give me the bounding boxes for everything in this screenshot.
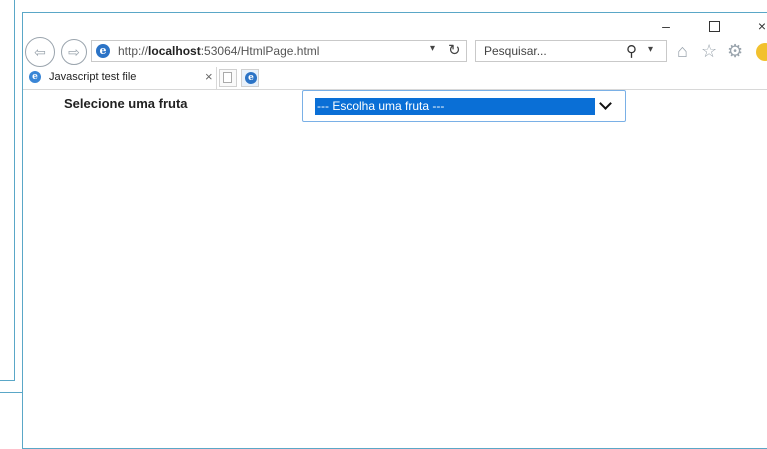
new-tab-button[interactable] (219, 69, 237, 87)
address-bar[interactable]: e http://localhost:53064/HtmlPage.html ▾… (91, 40, 467, 62)
fruit-label: Selecione uma fruta (64, 96, 188, 111)
back-button[interactable]: ⇦ (25, 37, 55, 67)
new-tab-icon (223, 72, 232, 83)
ie-tab-button[interactable]: e (241, 69, 259, 87)
feedback-smiley-icon[interactable] (756, 43, 767, 61)
refresh-icon[interactable]: ↻ (448, 41, 461, 59)
ie-logo-icon: e (245, 72, 257, 84)
url-prefix: http:// (118, 44, 149, 58)
favorites-star-icon[interactable]: ☆ (701, 41, 717, 61)
fruit-select-value: --- Escolha uma fruta --- (315, 98, 595, 115)
address-url[interactable]: http://localhost:53064/HtmlPage.html (118, 44, 319, 58)
url-path: :53064/HtmlPage.html (200, 44, 320, 58)
background-window (0, 0, 15, 381)
navigation-bar: ⇦ ⇨ e http://localhost:53064/HtmlPage.ht… (23, 35, 767, 67)
maximize-button[interactable] (699, 17, 729, 35)
chevron-down-icon (599, 97, 612, 110)
address-dropdown-icon[interactable]: ▾ (430, 43, 435, 54)
search-dropdown-icon[interactable]: ▾ (648, 44, 653, 55)
search-box[interactable]: Pesquisar... ⚲ ▾ (475, 40, 667, 62)
gear-icon[interactable]: ⚙ (727, 41, 743, 61)
tab-title: Javascript test file (49, 71, 137, 83)
minimize-button[interactable]: – (651, 17, 681, 35)
url-host: localhost (148, 44, 201, 58)
maximize-icon (708, 21, 720, 32)
tab-javascript-test-file[interactable]: e Javascript test file × (23, 67, 217, 89)
fruit-select[interactable]: --- Escolha uma fruta --- (302, 90, 626, 122)
search-input[interactable]: Pesquisar... (484, 44, 547, 58)
tab-close-icon[interactable]: × (205, 69, 213, 84)
background-window-edge (0, 392, 22, 393)
ie-logo-icon: e (96, 44, 110, 58)
tab-ie-icon: e (29, 71, 41, 83)
forward-button[interactable]: ⇨ (61, 39, 87, 65)
home-icon[interactable]: ⌂ (677, 41, 688, 61)
tab-bar: e Javascript test file × e (23, 67, 767, 90)
page-content: Selecione uma fruta --- Escolha uma frut… (23, 90, 767, 448)
close-button[interactable]: × (747, 17, 767, 35)
browser-window: – × ⇦ ⇨ e http://localhost:53064/HtmlPag… (22, 12, 767, 449)
search-icon[interactable]: ⚲ (626, 42, 637, 60)
